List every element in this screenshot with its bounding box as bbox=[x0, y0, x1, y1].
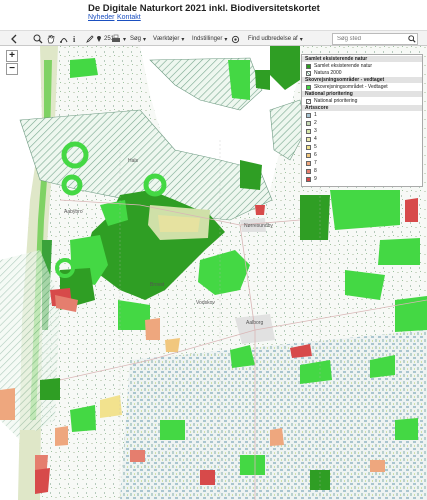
legend-label: Natura 2000 bbox=[314, 70, 342, 76]
legend-item[interactable]: 5 bbox=[302, 144, 422, 150]
legend-item[interactable]: 8 bbox=[302, 168, 422, 174]
legend-swatch bbox=[306, 84, 311, 90]
legend-item[interactable]: Samlet eksisterende natur bbox=[302, 63, 422, 69]
kontakt-link[interactable]: Kontakt bbox=[117, 14, 141, 21]
draw-icon[interactable] bbox=[85, 33, 95, 45]
find-udbredelse-menu[interactable]: Find udbredelse af ▾ bbox=[248, 33, 303, 45]
legend-swatch bbox=[306, 63, 311, 69]
legend-section-title: Samlet eksisterende natur bbox=[302, 56, 422, 62]
legend-item[interactable]: Natura 2000 bbox=[302, 70, 422, 76]
legend-label: 8 bbox=[314, 168, 317, 174]
place-label: Vodskov bbox=[196, 300, 215, 306]
indstillinger-menu[interactable]: Indstillinger ▾ bbox=[192, 33, 227, 45]
legend-swatch bbox=[306, 70, 311, 76]
legend-item[interactable]: 4 bbox=[302, 136, 422, 142]
legend-item[interactable]: 2 bbox=[302, 120, 422, 126]
chevron-down-icon: ▾ bbox=[224, 36, 228, 43]
app-window: De Digitale Naturkort 2021 inkl. Biodive… bbox=[0, 0, 427, 500]
legend-label: 9 bbox=[314, 176, 317, 182]
legend-label: Skovrejsningsområdet - Vedtaget bbox=[314, 84, 388, 90]
vaerktojer-label: Værktøjer bbox=[153, 36, 180, 42]
map-canvas[interactable]: Hals Aabybro Nørresundby Brovst Vodskov … bbox=[0, 46, 427, 500]
legend-label: 2 bbox=[314, 120, 317, 126]
page-title: De Digitale Naturkort 2021 inkl. Biodive… bbox=[88, 3, 320, 14]
zoom-in-button[interactable]: + bbox=[6, 50, 18, 62]
chevron-down-icon: ▾ bbox=[143, 36, 147, 43]
legend-item[interactable]: 7 bbox=[302, 160, 422, 166]
indstillinger-label: Indstillinger bbox=[192, 36, 223, 42]
back-icon[interactable] bbox=[10, 33, 18, 45]
toolbar: i 251 ▾ Søg ▾ Værktøjer ▾ Indstillinger ▾ F… bbox=[0, 30, 427, 46]
map-legend: Samlet eksisterende natur Samlet eksiste… bbox=[301, 54, 423, 187]
legend-item[interactable]: National prioritering bbox=[302, 98, 422, 104]
legend-label: 3 bbox=[314, 128, 317, 134]
chevron-down-icon: ▾ bbox=[181, 36, 185, 43]
legend-swatch bbox=[306, 168, 311, 174]
legend-label: National prioritering bbox=[314, 98, 358, 104]
legend-swatch bbox=[306, 112, 311, 118]
pin-icon bbox=[97, 36, 101, 42]
legend-swatch bbox=[306, 152, 311, 158]
legend-item[interactable]: Skovrejsningsområdet - Vedtaget bbox=[302, 84, 422, 90]
nyheder-link[interactable]: Nyheder bbox=[88, 14, 114, 21]
legend-swatch bbox=[306, 176, 311, 182]
legend-label: 6 bbox=[314, 152, 317, 158]
legend-label: Samlet eksisterende natur bbox=[314, 63, 373, 69]
search-icon[interactable] bbox=[408, 33, 416, 45]
legend-item[interactable]: 3 bbox=[302, 128, 422, 134]
legend-item[interactable]: 9 bbox=[302, 176, 422, 182]
print-menu[interactable]: ▾ bbox=[111, 33, 126, 45]
place-label: Brovst bbox=[150, 282, 165, 288]
legend-label: 5 bbox=[314, 144, 317, 150]
measure-icon[interactable] bbox=[59, 33, 69, 45]
legend-swatch bbox=[306, 128, 311, 134]
legend-item[interactable]: 1 bbox=[302, 112, 422, 118]
header: De Digitale Naturkort 2021 inkl. Biodive… bbox=[0, 0, 427, 30]
zoom-out-button[interactable]: − bbox=[6, 63, 18, 75]
sog-menu[interactable]: Søg ▾ bbox=[130, 33, 146, 45]
legend-label: 4 bbox=[314, 136, 317, 142]
place-label: Aabybro bbox=[64, 209, 83, 215]
legend-section-title: National prioritering bbox=[302, 91, 422, 97]
legend-section-title: Artsscore bbox=[302, 105, 422, 111]
legend-swatch bbox=[306, 98, 311, 104]
legend-label: 7 bbox=[314, 160, 317, 166]
pan-hand-icon[interactable] bbox=[46, 33, 56, 45]
zoom-icon[interactable] bbox=[33, 33, 43, 45]
legend-label: 1 bbox=[314, 112, 317, 118]
vaerktojer-menu[interactable]: Værktøjer ▾ bbox=[153, 33, 184, 45]
legend-swatch bbox=[306, 160, 311, 166]
locate-icon[interactable] bbox=[231, 33, 240, 45]
place-label: Nørresundby bbox=[244, 223, 273, 229]
print-icon bbox=[112, 34, 120, 42]
find-udbredelse-label: Find udbredelse af bbox=[248, 36, 298, 42]
place-label: Aalborg bbox=[246, 320, 264, 326]
legend-item[interactable]: 6 bbox=[302, 152, 422, 158]
legend-swatch bbox=[306, 120, 311, 126]
search-input[interactable] bbox=[332, 33, 418, 45]
legend-swatch bbox=[306, 136, 311, 142]
legend-swatch bbox=[306, 144, 311, 150]
legend-section-title: Skovrejsningsområder - vedtaget bbox=[302, 77, 422, 83]
info-icon[interactable]: i bbox=[73, 33, 75, 45]
sog-label: Søg bbox=[130, 36, 142, 42]
chevron-down-icon: ▾ bbox=[299, 36, 303, 43]
place-label: Hals bbox=[128, 158, 139, 164]
